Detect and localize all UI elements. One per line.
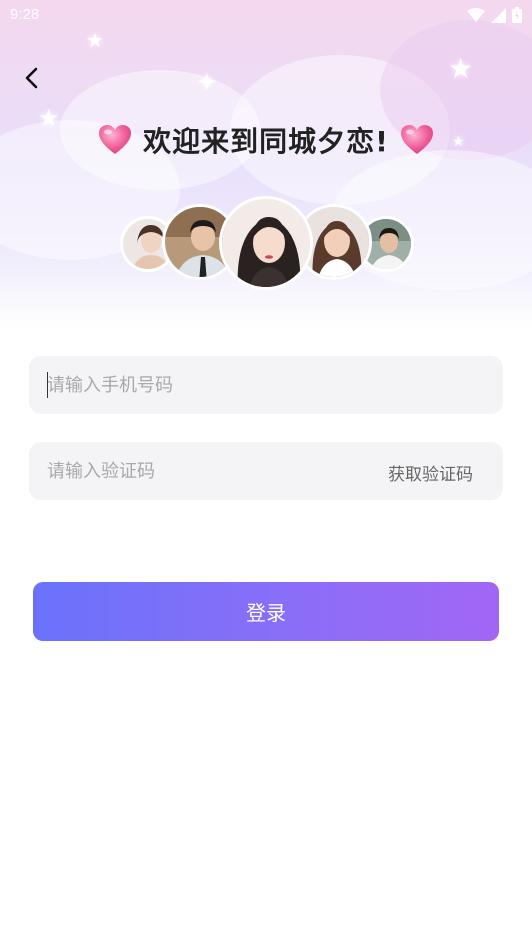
back-button[interactable] (18, 64, 46, 92)
wifi-icon (467, 8, 485, 22)
avatar (219, 196, 313, 290)
back-icon (25, 67, 38, 89)
phone-field[interactable] (29, 356, 503, 414)
status-time: 9:28 (10, 6, 40, 23)
sparkle-icon: ★ (86, 28, 104, 52)
code-field[interactable]: 获取验证码 (29, 442, 503, 500)
page-title: 欢迎来到同城夕恋! (143, 125, 389, 158)
phone-input[interactable] (47, 356, 367, 414)
avatar-row (0, 196, 532, 292)
verification-code-input[interactable] (47, 442, 367, 500)
text-caret (47, 372, 48, 398)
battery-icon (512, 7, 522, 23)
sparkle-icon: ★ (448, 52, 474, 85)
sparkle-icon: ✦ (196, 68, 218, 98)
signal-icon (491, 7, 506, 23)
status-icons (467, 7, 522, 23)
heart-icon (99, 125, 132, 154)
status-bar: 9:28 (0, 0, 532, 30)
login-button[interactable]: 登录 (33, 582, 499, 641)
heart-icon (400, 125, 433, 154)
welcome-title-row: 欢迎来到同城夕恋! (0, 118, 532, 162)
get-code-button[interactable]: 获取验证码 (388, 460, 473, 485)
